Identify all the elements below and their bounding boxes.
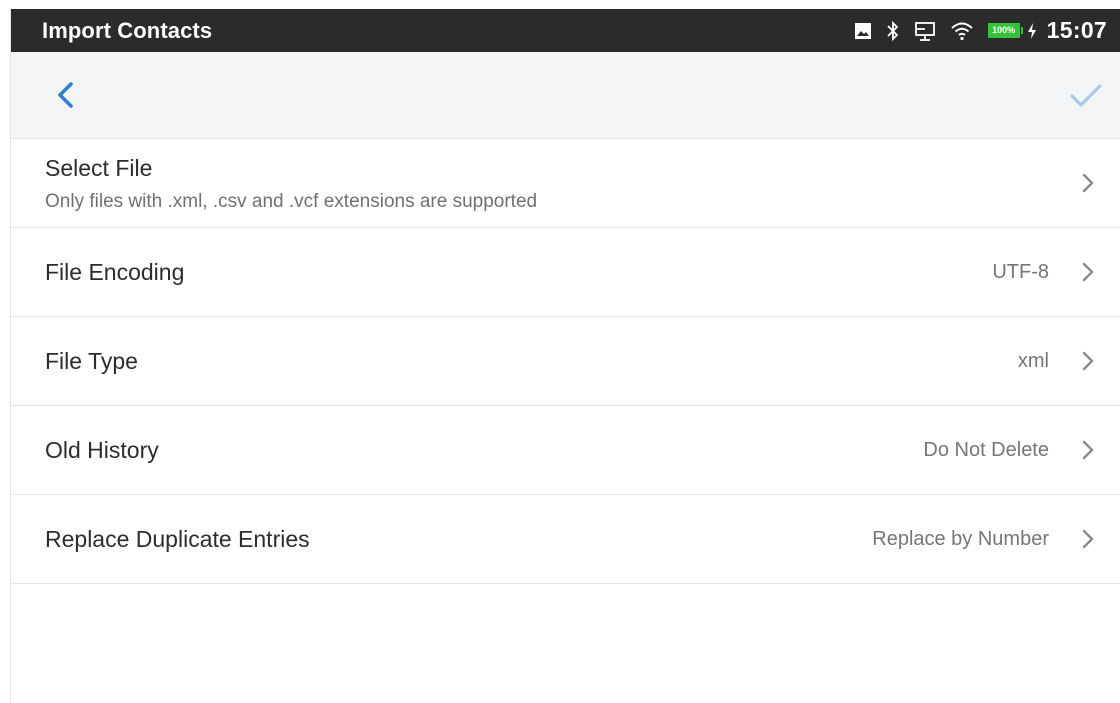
row-title: File Type	[45, 348, 138, 374]
select-file-row[interactable]: Select File Only files with .xml, .csv a…	[11, 139, 1120, 228]
app-title: Import Contacts	[42, 18, 213, 43]
row-value: xml	[1017, 350, 1049, 372]
screen-cast-icon	[914, 20, 936, 42]
image-icon	[854, 22, 872, 40]
status-bar: Import Contacts 100% 15:07	[11, 9, 1120, 52]
settings-list: Select File Only files with .xml, .csv a…	[11, 139, 1120, 584]
toolbar	[11, 52, 1120, 139]
replace-duplicate-entries-row[interactable]: Replace Duplicate Entries Replace by Num…	[11, 495, 1120, 584]
battery-level: 100%	[987, 23, 1020, 38]
file-type-row[interactable]: File Type xml	[11, 317, 1120, 406]
old-history-row[interactable]: Old History Do Not Delete	[11, 406, 1120, 495]
left-margin	[0, 0, 10, 703]
row-value: Do Not Delete	[923, 439, 1049, 461]
checkmark-icon	[1070, 84, 1102, 107]
chevron-left-icon	[58, 82, 73, 108]
status-time: 15:07	[1046, 17, 1107, 43]
row-value: Replace by Number	[872, 528, 1049, 550]
row-title: Select File	[45, 155, 153, 181]
chevron-right-icon	[1082, 440, 1094, 460]
row-title: Old History	[45, 437, 159, 463]
wifi-icon	[950, 21, 974, 41]
charging-icon	[1027, 22, 1037, 40]
bluetooth-icon	[886, 20, 900, 42]
row-title: File Encoding	[45, 259, 185, 285]
status-icons: 100% 15:07	[840, 9, 1107, 52]
battery-icon: 100%	[987, 23, 1023, 38]
chevron-right-icon	[1082, 262, 1094, 282]
back-button[interactable]	[51, 79, 81, 111]
confirm-button[interactable]	[1069, 82, 1103, 110]
chevron-right-icon	[1082, 529, 1094, 549]
import-contacts-screen: Import Contacts 100% 15:07 Select File O…	[10, 9, 1120, 703]
row-title: Replace Duplicate Entries	[45, 526, 310, 552]
row-value: UTF-8	[992, 261, 1049, 283]
row-subtitle: Only files with .xml, .csv and .vcf exte…	[45, 191, 538, 212]
chevron-right-icon	[1082, 351, 1094, 371]
file-encoding-row[interactable]: File Encoding UTF-8	[11, 228, 1120, 317]
chevron-right-icon	[1082, 173, 1094, 193]
